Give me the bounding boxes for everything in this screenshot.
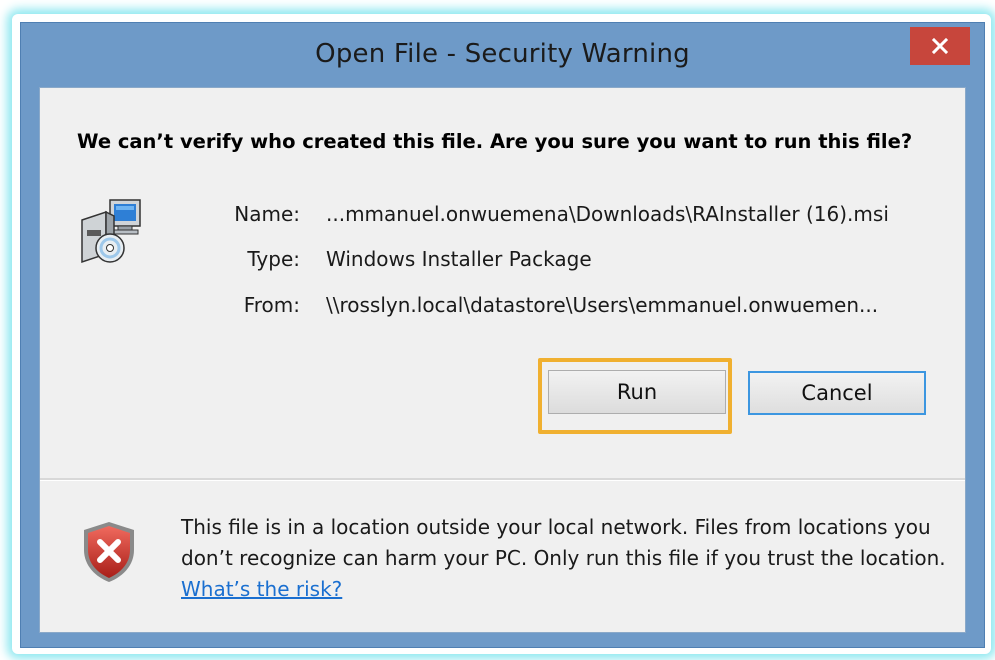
warning-message-text: This file is in a location outside your … — [181, 515, 946, 570]
window-title: Open File - Security Warning — [315, 39, 690, 69]
detail-label-from: From: — [243, 293, 300, 317]
close-button[interactable] — [910, 27, 970, 65]
security-warning-window: Open File - Security Warning We can’t ve… — [20, 22, 985, 648]
detail-value-type: Windows Installer Package — [326, 247, 592, 271]
security-shield-icon — [84, 522, 134, 582]
detail-label-type: Type: — [247, 247, 300, 271]
security-warning-message: This file is in a location outside your … — [181, 512, 951, 605]
run-button[interactable]: Run — [548, 370, 726, 414]
title-bar[interactable]: Open File - Security Warning — [21, 23, 984, 87]
dialog-body: We can’t verify who created this file. A… — [39, 87, 966, 633]
detail-value-from: \\rosslyn.local\datastore\Users\emmanuel… — [326, 293, 879, 317]
cancel-button[interactable]: Cancel — [748, 371, 926, 415]
whats-the-risk-link[interactable]: What’s the risk? — [181, 577, 342, 601]
section-divider — [40, 478, 965, 481]
detail-label-name: Name: — [234, 202, 300, 226]
installer-package-icon — [81, 199, 141, 264]
detail-value-name: ...mmanuel.onwuemena\Downloads\RAInstall… — [326, 202, 889, 226]
close-icon — [931, 37, 949, 55]
dialog-headline: We can’t verify who created this file. A… — [77, 130, 913, 153]
